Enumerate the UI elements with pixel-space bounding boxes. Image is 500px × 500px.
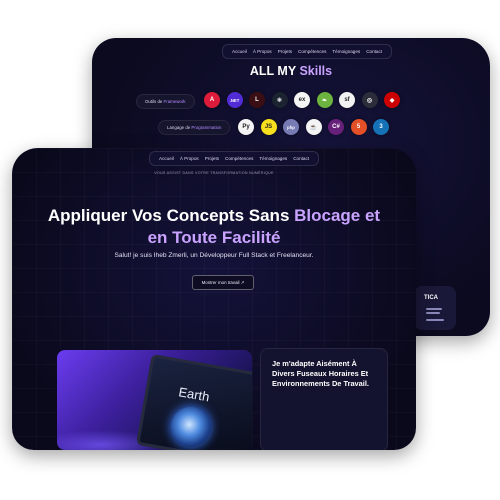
nav-item-accueil[interactable]: Accueil	[159, 156, 174, 161]
react-icon: ⚛	[271, 92, 288, 108]
dotnet-icon: .NET	[226, 92, 243, 108]
hero-title-line2-accent: en Toute Facilité	[147, 228, 281, 247]
express-icon: ex	[294, 92, 310, 108]
laravel-icon: L	[249, 92, 265, 108]
skills-title: ALL MY Skills	[92, 64, 490, 78]
php-icon: php	[283, 119, 299, 135]
side-service-card: TICA	[414, 286, 456, 330]
framework-pill-main: Outils de	[145, 99, 164, 104]
hero-title: Appliquer Vos Concepts Sans Blocage et e…	[12, 205, 416, 249]
framework-pill-accent: Framework	[163, 99, 186, 104]
hero-title-line1-main: Appliquer Vos Concepts Sans	[47, 206, 295, 225]
framework-icon-row: A .NET L ⚛ ex ❧ sf ◎ ◆	[204, 92, 400, 108]
laptop-image-card: Earth	[57, 350, 252, 450]
laptop-image: Earth	[135, 353, 252, 450]
rails-icon: ◆	[384, 92, 400, 108]
html5-icon: 5	[350, 119, 367, 135]
hero-title-line1-accent: Blocage et	[294, 206, 381, 225]
nav-item-projets[interactable]: Projets	[205, 156, 219, 161]
nav-item-accueil[interactable]: Accueil	[232, 49, 247, 54]
nav-item-projets[interactable]: Projets	[278, 49, 292, 54]
python-icon: Py	[238, 119, 254, 135]
nav-item-contact[interactable]: Contact	[293, 156, 309, 161]
language-pill-main: Langage de	[167, 125, 192, 130]
side-card-title: TICA	[424, 295, 438, 301]
language-pill[interactable]: Langage de Programmation	[158, 120, 231, 135]
side-card-line	[426, 319, 444, 321]
csharp-icon: C#	[328, 119, 344, 135]
spring-icon: ❧	[316, 92, 333, 108]
info-card-text: Je m'adapte Aisément À Divers Fuseaux Ho…	[272, 359, 369, 388]
hero-subtitle: Salut! je suis Iheb Zmerli, un Développe…	[114, 252, 314, 259]
hero-nav-bar: Accueil À Propos Projets Compétences Tém…	[149, 151, 320, 166]
show-work-button[interactable]: Montrer mon travail ↗	[192, 275, 254, 290]
nav-item-competences[interactable]: Compétences	[298, 49, 326, 54]
timezone-info-card: Je m'adapte Aisément À Divers Fuseaux Ho…	[260, 348, 388, 450]
nav-item-temoignages[interactable]: Témoignages	[332, 49, 360, 54]
framework-pill[interactable]: Outils de Framework	[136, 94, 195, 109]
hero-section-screenshot: Accueil À Propos Projets Compétences Tém…	[12, 148, 416, 450]
angular-icon: A	[204, 92, 220, 108]
css3-icon: 3	[373, 119, 389, 135]
language-icon-row: Py JS php ☕ C# 5 3	[238, 119, 389, 135]
nav-item-competences[interactable]: Compétences	[225, 156, 253, 161]
side-card-line	[426, 312, 440, 314]
language-pill-accent: Programmation	[191, 125, 222, 130]
laptop-screen-text: Earth	[177, 384, 211, 405]
electron-icon: ◎	[361, 92, 378, 108]
java-icon: ☕	[305, 119, 322, 135]
javascript-icon: JS	[260, 119, 277, 135]
symfony-icon: sf	[339, 92, 355, 108]
side-card-line	[426, 308, 442, 310]
skills-title-main: ALL MY	[249, 64, 300, 78]
nav-item-a-propos[interactable]: À Propos	[253, 49, 272, 54]
hero-eyebrow: VOUS ASSIST DANS VOTRE TRANSFORMATION NU…	[154, 171, 274, 175]
nav-item-contact[interactable]: Contact	[366, 49, 382, 54]
nav-item-a-propos[interactable]: À Propos	[180, 156, 199, 161]
earth-globe	[167, 403, 215, 450]
skills-title-accent: Skills	[299, 64, 333, 78]
skills-nav-bar: Accueil À Propos Projets Compétences Tém…	[222, 44, 393, 59]
nav-item-temoignages[interactable]: Témoignages	[259, 156, 287, 161]
